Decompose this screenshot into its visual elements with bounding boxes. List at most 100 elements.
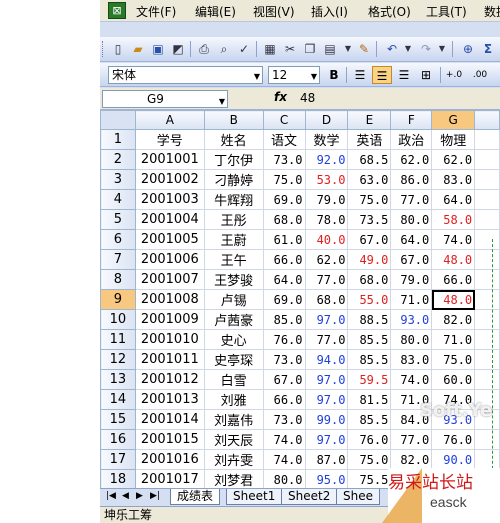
score-cell[interactable]: 87.0	[304, 449, 349, 470]
row-header[interactable]: 18	[100, 469, 136, 488]
cell-student-name[interactable]: 卢茜豪	[203, 309, 264, 330]
score-cell[interactable]: 78.0	[304, 209, 349, 230]
score-cell[interactable]: 81.5	[347, 389, 392, 410]
score-cell[interactable]: 85.5	[347, 349, 392, 370]
score-cell[interactable]: 80.0	[390, 209, 433, 230]
row-header[interactable]: 4	[100, 189, 136, 210]
cell-student-id[interactable]: 2001013	[134, 389, 205, 410]
score-cell[interactable]: 75.0	[347, 189, 392, 210]
cell-student-name[interactable]: 史心	[203, 329, 264, 350]
score-cell[interactable]: 74.0	[262, 429, 306, 450]
score-cell[interactable]: 68.5	[347, 149, 392, 170]
empty-cell[interactable]	[474, 189, 500, 210]
row-header[interactable]: 13	[100, 369, 136, 390]
cell-student-name[interactable]: 王午	[203, 249, 264, 270]
research-icon[interactable]: ▦	[262, 41, 278, 57]
menu-tools[interactable]: 工具(T)	[426, 3, 467, 20]
score-cell[interactable]: 85.0	[262, 309, 306, 330]
score-cell[interactable]: 73.0	[262, 349, 306, 370]
score-cell[interactable]: 88.5	[347, 309, 392, 330]
row-header[interactable]: 9	[100, 289, 136, 310]
permission-icon[interactable]: ◩	[170, 41, 186, 57]
row-header[interactable]: 5	[100, 209, 136, 230]
column-header-b[interactable]: B	[203, 110, 264, 130]
column-header-g[interactable]: G	[431, 110, 476, 130]
cell-student-id[interactable]: 2001016	[134, 449, 205, 470]
tab-sheet2[interactable]: Sheet2	[281, 489, 338, 505]
row-header[interactable]: 1	[100, 129, 136, 150]
row-header[interactable]: 16	[100, 429, 136, 450]
prev-sheet-icon[interactable]: ◀	[122, 491, 129, 501]
select-all-corner[interactable]	[100, 110, 136, 130]
empty-cell[interactable]	[474, 129, 500, 150]
print-icon[interactable]: ⎙	[196, 41, 212, 57]
align-right-icon[interactable]: ☰	[394, 66, 414, 84]
score-cell[interactable]: 79.0	[304, 189, 349, 210]
chevron-down-icon[interactable]: ▼	[340, 41, 356, 57]
merge-center-icon[interactable]: ⊞	[416, 66, 436, 84]
cell-student-id[interactable]: 2001007	[134, 269, 205, 290]
worksheet-grid[interactable]: A B C D E F G 1 学号 姓名 语文 数学 英语 政治 物理 2 2001001 丁尔伊 73.0 92.…	[100, 110, 500, 488]
score-cell[interactable]: 75.0	[347, 449, 392, 470]
score-cell[interactable]: 90.0	[431, 449, 476, 470]
menu-insert[interactable]: 插入(I)	[311, 3, 348, 20]
cell-student-id[interactable]: 2001003	[134, 189, 205, 210]
score-cell[interactable]: 74.0	[431, 229, 476, 250]
excel-app-icon[interactable]: ⊠	[108, 2, 126, 19]
score-cell[interactable]: 62.0	[390, 149, 433, 170]
font-size-select[interactable]: 12 ▼	[268, 66, 320, 84]
score-cell[interactable]: 77.0	[304, 269, 349, 290]
score-cell[interactable]: 75.0	[431, 349, 476, 370]
formula-input[interactable]: 48	[300, 90, 315, 106]
header-cell[interactable]: 语文	[262, 129, 306, 150]
last-sheet-icon[interactable]: ▶|	[150, 491, 160, 501]
header-cell[interactable]: 英语	[347, 129, 392, 150]
menu-view[interactable]: 视图(V)	[253, 3, 295, 20]
cell-student-name[interactable]: 刁静婷	[203, 169, 264, 190]
score-cell[interactable]: 68.0	[262, 209, 306, 230]
empty-cell[interactable]	[474, 149, 500, 170]
column-header-e[interactable]: E	[347, 110, 392, 130]
decrease-decimal-button[interactable]: .00	[470, 66, 490, 84]
copy-icon[interactable]: ❐	[302, 41, 318, 57]
undo-icon[interactable]: ↶	[384, 41, 400, 57]
cell-student-name[interactable]: 卢锡	[203, 289, 264, 310]
score-cell[interactable]: 62.0	[431, 149, 476, 170]
spelling-icon[interactable]: ✓	[236, 41, 252, 57]
chevron-down-icon[interactable]: ▼	[434, 41, 450, 57]
bold-button[interactable]: B	[324, 66, 344, 84]
score-cell[interactable]: 97.0	[304, 309, 349, 330]
score-cell[interactable]: 80.0	[262, 469, 306, 488]
row-header[interactable]: 8	[100, 269, 136, 290]
cell-student-id[interactable]: 2001008	[134, 289, 205, 310]
cell-student-id[interactable]: 2001011	[134, 349, 205, 370]
cell-student-id[interactable]: 2001012	[134, 369, 205, 390]
score-cell[interactable]: 76.0	[262, 329, 306, 350]
score-cell[interactable]: 71.0	[431, 329, 476, 350]
score-cell[interactable]: 94.0	[304, 349, 349, 370]
score-cell[interactable]: 97.0	[304, 389, 349, 410]
empty-cell[interactable]	[474, 209, 500, 230]
score-cell[interactable]: 99.0	[304, 409, 349, 430]
header-cell[interactable]: 姓名	[203, 129, 264, 150]
print-preview-icon[interactable]: ⌕	[216, 41, 232, 57]
row-header[interactable]: 14	[100, 389, 136, 410]
score-cell[interactable]: 85.5	[347, 409, 392, 430]
autosum-icon[interactable]: Σ	[480, 41, 496, 57]
score-cell[interactable]: 71.0	[390, 289, 433, 310]
score-cell[interactable]: 59.5	[347, 369, 392, 390]
score-cell[interactable]: 83.0	[390, 349, 433, 370]
score-cell[interactable]: 69.0	[262, 189, 306, 210]
empty-cell[interactable]	[474, 169, 500, 190]
new-icon[interactable]: ▯	[110, 41, 126, 57]
cell-student-name[interactable]: 王蔚	[203, 229, 264, 250]
score-cell[interactable]: 63.0	[347, 169, 392, 190]
increase-decimal-button[interactable]: +.0	[444, 66, 464, 84]
score-cell[interactable]: 97.0	[304, 369, 349, 390]
cell-student-name[interactable]: 王彤	[203, 209, 264, 230]
column-header-a[interactable]: A	[134, 110, 205, 130]
row-header[interactable]: 7	[100, 249, 136, 270]
cell-student-id[interactable]: 2001005	[134, 229, 205, 250]
font-name-select[interactable]: 宋体 ▼	[108, 66, 263, 84]
cell-student-id[interactable]: 2001010	[134, 329, 205, 350]
